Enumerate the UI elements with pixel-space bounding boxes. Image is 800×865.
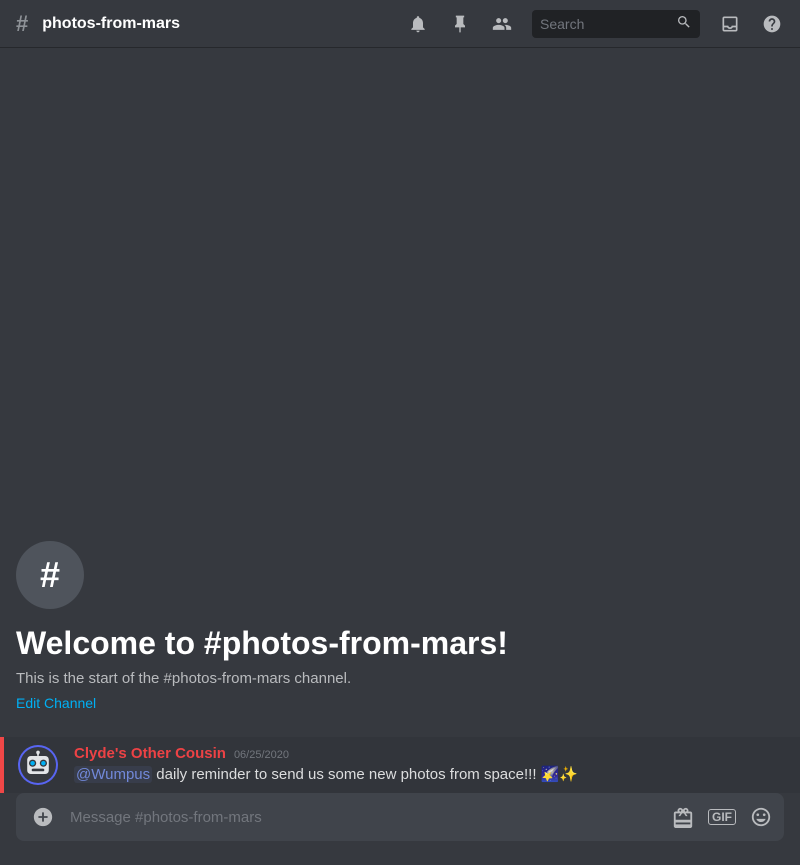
help-icon[interactable]: [760, 12, 784, 36]
mention[interactable]: @Wumpus: [74, 766, 152, 783]
top-bar-icons: Search: [406, 10, 784, 38]
top-bar: # photos-from-mars Search: [0, 0, 800, 48]
member-list-icon[interactable]: [490, 12, 514, 36]
edit-channel-link[interactable]: Edit Channel: [16, 695, 96, 711]
messages-area: # Welcome to #photos-from-mars! This is …: [0, 48, 800, 793]
message-timestamp: 06/25/2020: [234, 749, 289, 761]
input-right-icons: GIF: [672, 806, 772, 828]
author-name[interactable]: Clyde's Other Cousin: [74, 745, 226, 762]
add-content-button[interactable]: [28, 802, 58, 832]
gif-button[interactable]: GIF: [708, 809, 736, 825]
main-content: # Welcome to #photos-from-mars! This is …: [0, 48, 800, 865]
avatar: [18, 745, 58, 785]
message-content: Clyde's Other Cousin 06/25/2020 @Wumpus …: [74, 741, 784, 789]
gift-icon[interactable]: [672, 806, 694, 828]
channel-title: photos-from-mars: [42, 15, 180, 33]
notifications-icon[interactable]: [406, 12, 430, 36]
message-group: Clyde's Other Cousin 06/25/2020 @Wumpus …: [0, 737, 800, 793]
welcome-title: Welcome to #photos-from-mars!: [16, 625, 784, 662]
search-bar[interactable]: Search: [532, 10, 700, 38]
pinned-messages-icon[interactable]: [448, 12, 472, 36]
emoji-icon[interactable]: [750, 806, 772, 828]
message-text: @Wumpus daily reminder to send us some n…: [74, 764, 784, 785]
welcome-icon: #: [16, 541, 84, 609]
channel-hash-icon: #: [16, 11, 28, 37]
input-bar: Message #photos-from-mars GIF: [16, 793, 784, 841]
message-header: Clyde's Other Cousin 06/25/2020: [74, 745, 784, 762]
inbox-icon[interactable]: [718, 12, 742, 36]
search-placeholder: Search: [540, 16, 670, 32]
welcome-hash-icon: #: [40, 557, 60, 593]
welcome-subtitle: This is the start of the #photos-from-ma…: [16, 670, 784, 687]
message-body: daily reminder to send us some new photo…: [152, 766, 578, 783]
message-input[interactable]: Message #photos-from-mars: [70, 809, 660, 826]
top-space: [0, 48, 800, 525]
channel-welcome: # Welcome to #photos-from-mars! This is …: [0, 525, 800, 737]
search-icon: [676, 14, 692, 33]
